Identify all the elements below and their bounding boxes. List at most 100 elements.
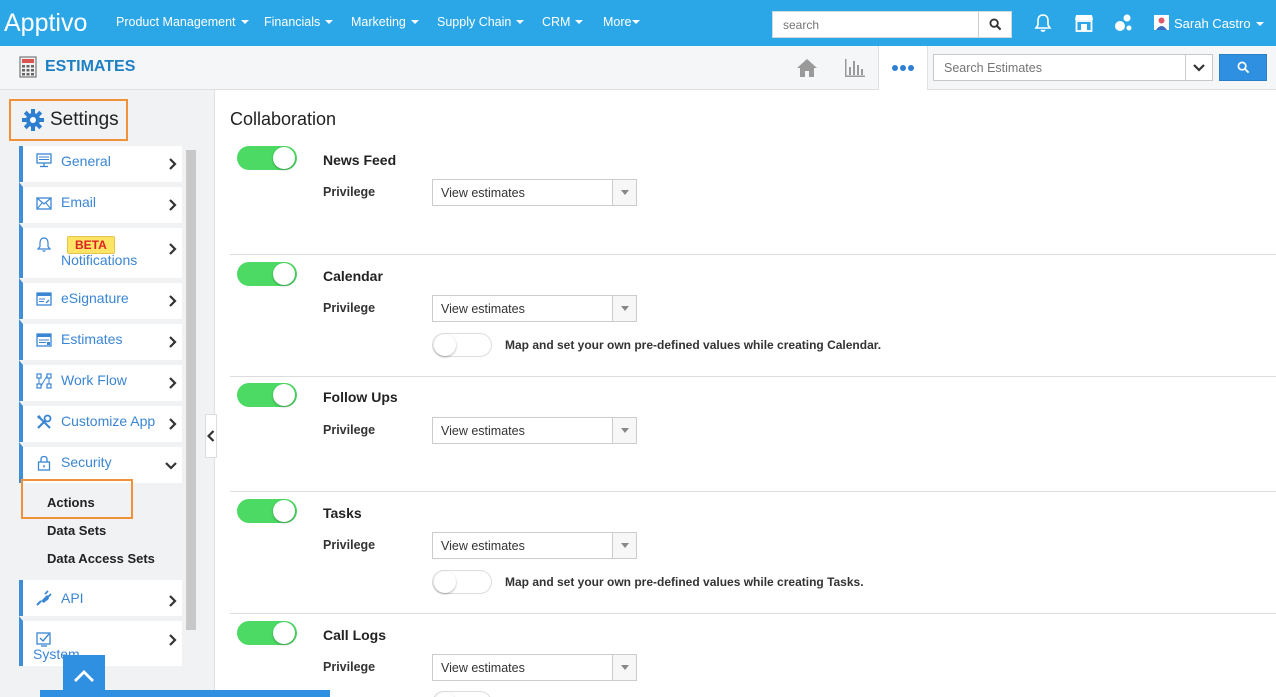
sidebar-item-security[interactable]: Security (19, 442, 182, 483)
app-title[interactable]: ESTIMATES (45, 58, 135, 76)
chevron-right-icon (168, 376, 178, 390)
sidebar-item-general[interactable]: General (19, 146, 182, 182)
home-button[interactable] (794, 56, 820, 80)
caret-down-icon (240, 19, 249, 24)
app-store-button[interactable] (1073, 12, 1095, 34)
section-calendar: Calendar Privilege View estimates Map an… (230, 254, 1276, 376)
signature-icon (35, 290, 53, 308)
bell-icon (1034, 14, 1052, 32)
caret-down-icon (516, 19, 525, 24)
chevron-right-icon (168, 242, 178, 256)
app-header: ESTIMATES (0, 46, 1276, 90)
section-news-feed: News Feed Privilege View estimates (230, 141, 1276, 254)
chevron-right-icon (168, 633, 178, 647)
section-tasks: Tasks Privilege View estimates Map and s… (230, 491, 1276, 613)
sidebar-item-email[interactable]: Email (19, 182, 182, 223)
sidebar-item-customize-app[interactable]: Customize App (19, 401, 182, 442)
search-filter-dropdown[interactable] (1185, 55, 1212, 80)
collapse-sidebar-button[interactable] (205, 414, 217, 458)
calculator-icon (19, 56, 37, 78)
sidebar-item-esignature[interactable]: eSignature (19, 278, 182, 319)
privilege-select[interactable]: View estimates (432, 532, 637, 559)
more-options-button[interactable] (878, 46, 928, 90)
nav-more[interactable]: More (603, 15, 641, 29)
privilege-label: Privilege (323, 538, 376, 552)
section-title: Call Logs (323, 627, 387, 643)
calendar-toggle[interactable] (237, 262, 297, 286)
gear-icon (22, 109, 44, 131)
privilege-select[interactable]: View estimates (432, 179, 637, 206)
top-navbar: Apptivo Product Management Financials Ma… (0, 0, 1276, 46)
section-title: Follow Ups (323, 389, 398, 405)
tools-icon (35, 413, 53, 431)
search-icon (1237, 61, 1249, 74)
home-icon (797, 59, 817, 77)
sidebar-item-api[interactable]: API (19, 580, 182, 616)
sidebar-item-label: General (61, 153, 111, 169)
tasks-map-toggle[interactable] (432, 570, 492, 594)
network-button[interactable] (1113, 12, 1135, 34)
caret-down-icon (325, 19, 334, 24)
sidebar-item-label: API (61, 590, 84, 606)
estimates-search-button[interactable] (1219, 54, 1267, 81)
privilege-label: Privilege (323, 301, 376, 315)
envelope-icon (35, 194, 53, 212)
sidebar-item-label: eSignature (61, 290, 129, 306)
reports-button[interactable] (842, 56, 868, 80)
settings-heading[interactable]: Settings (9, 99, 128, 141)
privilege-label: Privilege (323, 423, 376, 437)
estimates-search (933, 54, 1213, 81)
nav-financials[interactable]: Financials (264, 15, 334, 29)
caret-down-icon (575, 19, 584, 24)
security-sub-data-sets[interactable]: Data Sets (47, 523, 106, 538)
global-search-button[interactable] (978, 12, 1011, 37)
estimates-search-input[interactable] (934, 55, 1186, 80)
sidebar-scrollbar[interactable] (186, 150, 196, 630)
chevron-right-icon (168, 198, 178, 212)
sidebar-item-label: Notifications (61, 252, 138, 268)
chevron-right-icon (168, 335, 178, 349)
tasks-map-text: Map and set your own pre-defined values … (505, 575, 864, 589)
user-menu[interactable]: Sarah Castro (1154, 15, 1264, 31)
nav-crm[interactable]: CRM (542, 15, 584, 29)
apptivo-logo[interactable]: Apptivo (4, 9, 87, 38)
caret-down-icon (612, 180, 636, 205)
section-call-logs: Call Logs Privilege View estimates (230, 613, 1276, 697)
caret-down-icon (612, 533, 636, 558)
chevron-right-icon (168, 157, 178, 171)
chevron-right-icon (168, 294, 178, 308)
sidebar-item-label: Security (61, 454, 112, 470)
news-feed-toggle[interactable] (237, 146, 297, 170)
calendar-map-toggle[interactable] (432, 333, 492, 357)
global-search-input[interactable] (773, 12, 979, 37)
chevron-down-icon (1193, 63, 1205, 72)
security-sub-data-access-sets[interactable]: Data Access Sets (47, 551, 155, 566)
sidebar-item-label: Email (61, 194, 97, 210)
lock-icon (35, 454, 53, 472)
tasks-toggle[interactable] (237, 499, 297, 523)
sidebar-item-label: Customize App (61, 413, 156, 429)
privilege-label: Privilege (323, 660, 376, 674)
notifications-button[interactable] (1032, 12, 1054, 34)
bell-icon (35, 236, 53, 254)
sidebar-item-work-flow[interactable]: Work Flow (19, 360, 182, 401)
chevron-left-icon (207, 430, 215, 442)
follow-ups-toggle[interactable] (237, 383, 297, 407)
privilege-select[interactable]: View estimates (432, 295, 637, 322)
privilege-select[interactable]: View estimates (432, 417, 637, 444)
sidebar-item-estimates[interactable]: Estimates (19, 319, 182, 360)
nav-marketing[interactable]: Marketing (351, 15, 419, 29)
call-logs-map-toggle[interactable] (432, 691, 492, 697)
avatar-icon (1154, 15, 1169, 30)
nav-product-management[interactable]: Product Management (116, 15, 249, 29)
monitor-icon (35, 151, 53, 169)
sidebar-item-notifications[interactable]: BETA Notifications (19, 223, 182, 278)
nav-supply-chain[interactable]: Supply Chain (437, 15, 525, 29)
caret-down-icon (612, 296, 636, 321)
store-icon (1075, 15, 1093, 32)
security-sub-actions[interactable]: Actions (47, 495, 95, 510)
chevron-up-icon (74, 669, 94, 682)
privilege-select[interactable]: View estimates (432, 654, 637, 681)
call-logs-toggle[interactable] (237, 621, 297, 645)
section-title: News Feed (323, 152, 397, 168)
